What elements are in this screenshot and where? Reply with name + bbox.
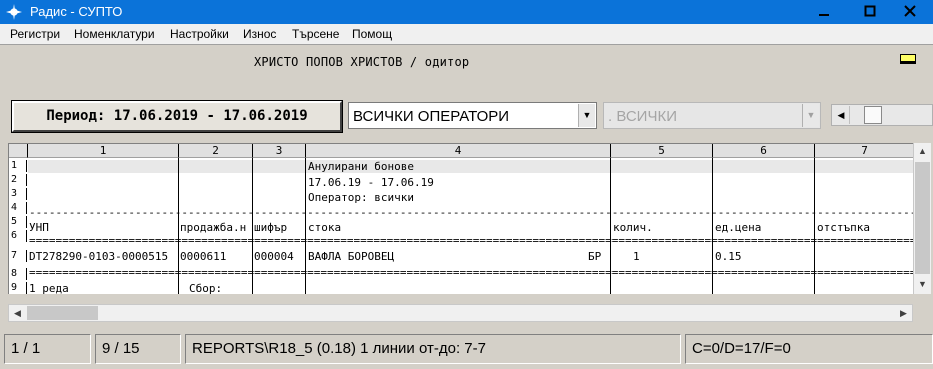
- row-number[interactable]: 3: [9, 188, 27, 200]
- table-cell[interactable]: стока: [308, 222, 608, 234]
- window-title: Радис - СУПТО: [30, 4, 123, 19]
- menu-export[interactable]: Износ: [243, 27, 276, 41]
- table-cell[interactable]: шифър: [254, 222, 305, 234]
- row-number[interactable]: 4: [9, 202, 27, 214]
- report-period: 17.06.19 - 17.06.19: [308, 177, 434, 189]
- report-grid[interactable]: 1 2 3 4 5 6 7 1 2 3 4 5 6 7 8 9 Анулиран…: [8, 143, 913, 294]
- scroll-thumb[interactable]: [864, 106, 882, 124]
- column-header-5[interactable]: 5: [611, 144, 713, 158]
- report-operator: Оператор: всички: [308, 192, 414, 204]
- row-number[interactable]: 6: [9, 230, 27, 242]
- filter-dropdown[interactable]: . ВСИЧКИ ▼: [603, 102, 821, 129]
- scroll-left-icon[interactable]: ◀: [833, 106, 850, 124]
- column-header-6[interactable]: 6: [713, 144, 815, 158]
- row-number[interactable]: 7: [9, 250, 27, 262]
- table-cell[interactable]: 0000611: [180, 251, 252, 263]
- column-header-3[interactable]: 3: [253, 144, 306, 158]
- table-cell[interactable]: DT278290-0103-0000515: [29, 251, 177, 263]
- filter-dropdown-value: . ВСИЧКИ: [608, 108, 677, 125]
- corner-header: [9, 144, 28, 158]
- period-button[interactable]: Период: 17.06.2019 - 17.06.2019: [12, 101, 342, 132]
- table-cell[interactable]: 0.15: [715, 251, 813, 263]
- dash-separator: ----------------------------------------…: [29, 207, 913, 219]
- chevron-down-icon[interactable]: ▼: [802, 104, 819, 127]
- minimize-icon: [818, 14, 829, 16]
- table-cell[interactable]: колич.: [613, 222, 711, 234]
- column-header-2[interactable]: 2: [179, 144, 253, 158]
- scroll-left-icon[interactable]: ◀: [9, 305, 26, 321]
- operators-dropdown[interactable]: ВСИЧКИ ОПЕРАТОРИ ▼: [348, 102, 597, 129]
- close-button[interactable]: [886, 0, 933, 24]
- close-icon: [903, 5, 916, 17]
- table-cell[interactable]: УНП: [29, 222, 177, 234]
- scroll-thumb[interactable]: [915, 162, 930, 274]
- scroll-down-icon[interactable]: ▼: [914, 276, 931, 293]
- row-number[interactable]: 5: [9, 216, 27, 228]
- top-scrollbar[interactable]: ◀: [831, 104, 933, 126]
- menu-bar: Регистри Номенклатури Настройки Износ Тъ…: [0, 24, 933, 44]
- title-bar[interactable]: Радис - СУПТО: [0, 0, 933, 24]
- table-cell[interactable]: отстъпка: [817, 222, 913, 234]
- table-cell[interactable]: 1: [633, 251, 711, 263]
- row-number[interactable]: 8: [9, 268, 27, 280]
- menu-help[interactable]: Помощ: [352, 27, 392, 41]
- sum-label[interactable]: Сбор:: [189, 283, 249, 294]
- menu-settings[interactable]: Настройки: [170, 27, 229, 41]
- status-position: 1 / 1: [4, 334, 91, 364]
- row-number[interactable]: 2: [9, 174, 27, 186]
- vertical-scrollbar[interactable]: ▲ ▼: [913, 143, 931, 294]
- report-title: Анулирани бонове: [308, 161, 414, 173]
- scroll-thumb[interactable]: [27, 306, 98, 320]
- menu-registers[interactable]: Регистри: [10, 27, 60, 41]
- indicator-icon[interactable]: [900, 54, 916, 64]
- column-header-1[interactable]: 1: [28, 144, 179, 158]
- column-header-4[interactable]: 4: [306, 144, 611, 158]
- menu-search[interactable]: Търсене: [292, 27, 339, 41]
- app-compass-icon: [6, 4, 22, 20]
- status-report: REPORTS\R18_5 (0.18) 1 линии от-до: 7-7: [185, 334, 681, 364]
- menu-nomenclatures[interactable]: Номенклатури: [74, 27, 155, 41]
- row-count-label[interactable]: 1 реда: [29, 283, 177, 294]
- status-flags: C=0/D=17/F=0: [685, 334, 933, 364]
- status-row-count: 9 / 15: [95, 334, 181, 364]
- row-number[interactable]: 1: [9, 160, 27, 172]
- table-cell[interactable]: БР: [588, 251, 610, 263]
- table-cell[interactable]: ед.цена: [715, 222, 813, 234]
- chevron-down-icon[interactable]: ▼: [578, 104, 595, 127]
- scroll-up-icon[interactable]: ▲: [914, 143, 931, 160]
- column-header-7[interactable]: 7: [815, 144, 913, 158]
- minimize-button[interactable]: [800, 0, 847, 24]
- table-cell[interactable]: 000004: [254, 251, 305, 263]
- equals-separator: ========================================…: [29, 235, 913, 247]
- row-number[interactable]: 9: [9, 282, 27, 294]
- maximize-icon: [864, 5, 875, 17]
- scroll-right-icon[interactable]: ▶: [895, 305, 912, 321]
- table-cell[interactable]: продажба.н: [180, 222, 252, 234]
- separator: [0, 44, 933, 45]
- operators-dropdown-value: ВСИЧКИ ОПЕРАТОРИ: [353, 108, 510, 125]
- horizontal-scrollbar[interactable]: ◀ ▶: [8, 304, 913, 322]
- equals-separator: ========================================…: [29, 267, 913, 279]
- company-name: ХРИСТО ПОПОВ ХРИСТОВ / одитор: [254, 55, 470, 69]
- table-cell[interactable]: ВАФЛА БОРОВЕЦ: [308, 251, 568, 263]
